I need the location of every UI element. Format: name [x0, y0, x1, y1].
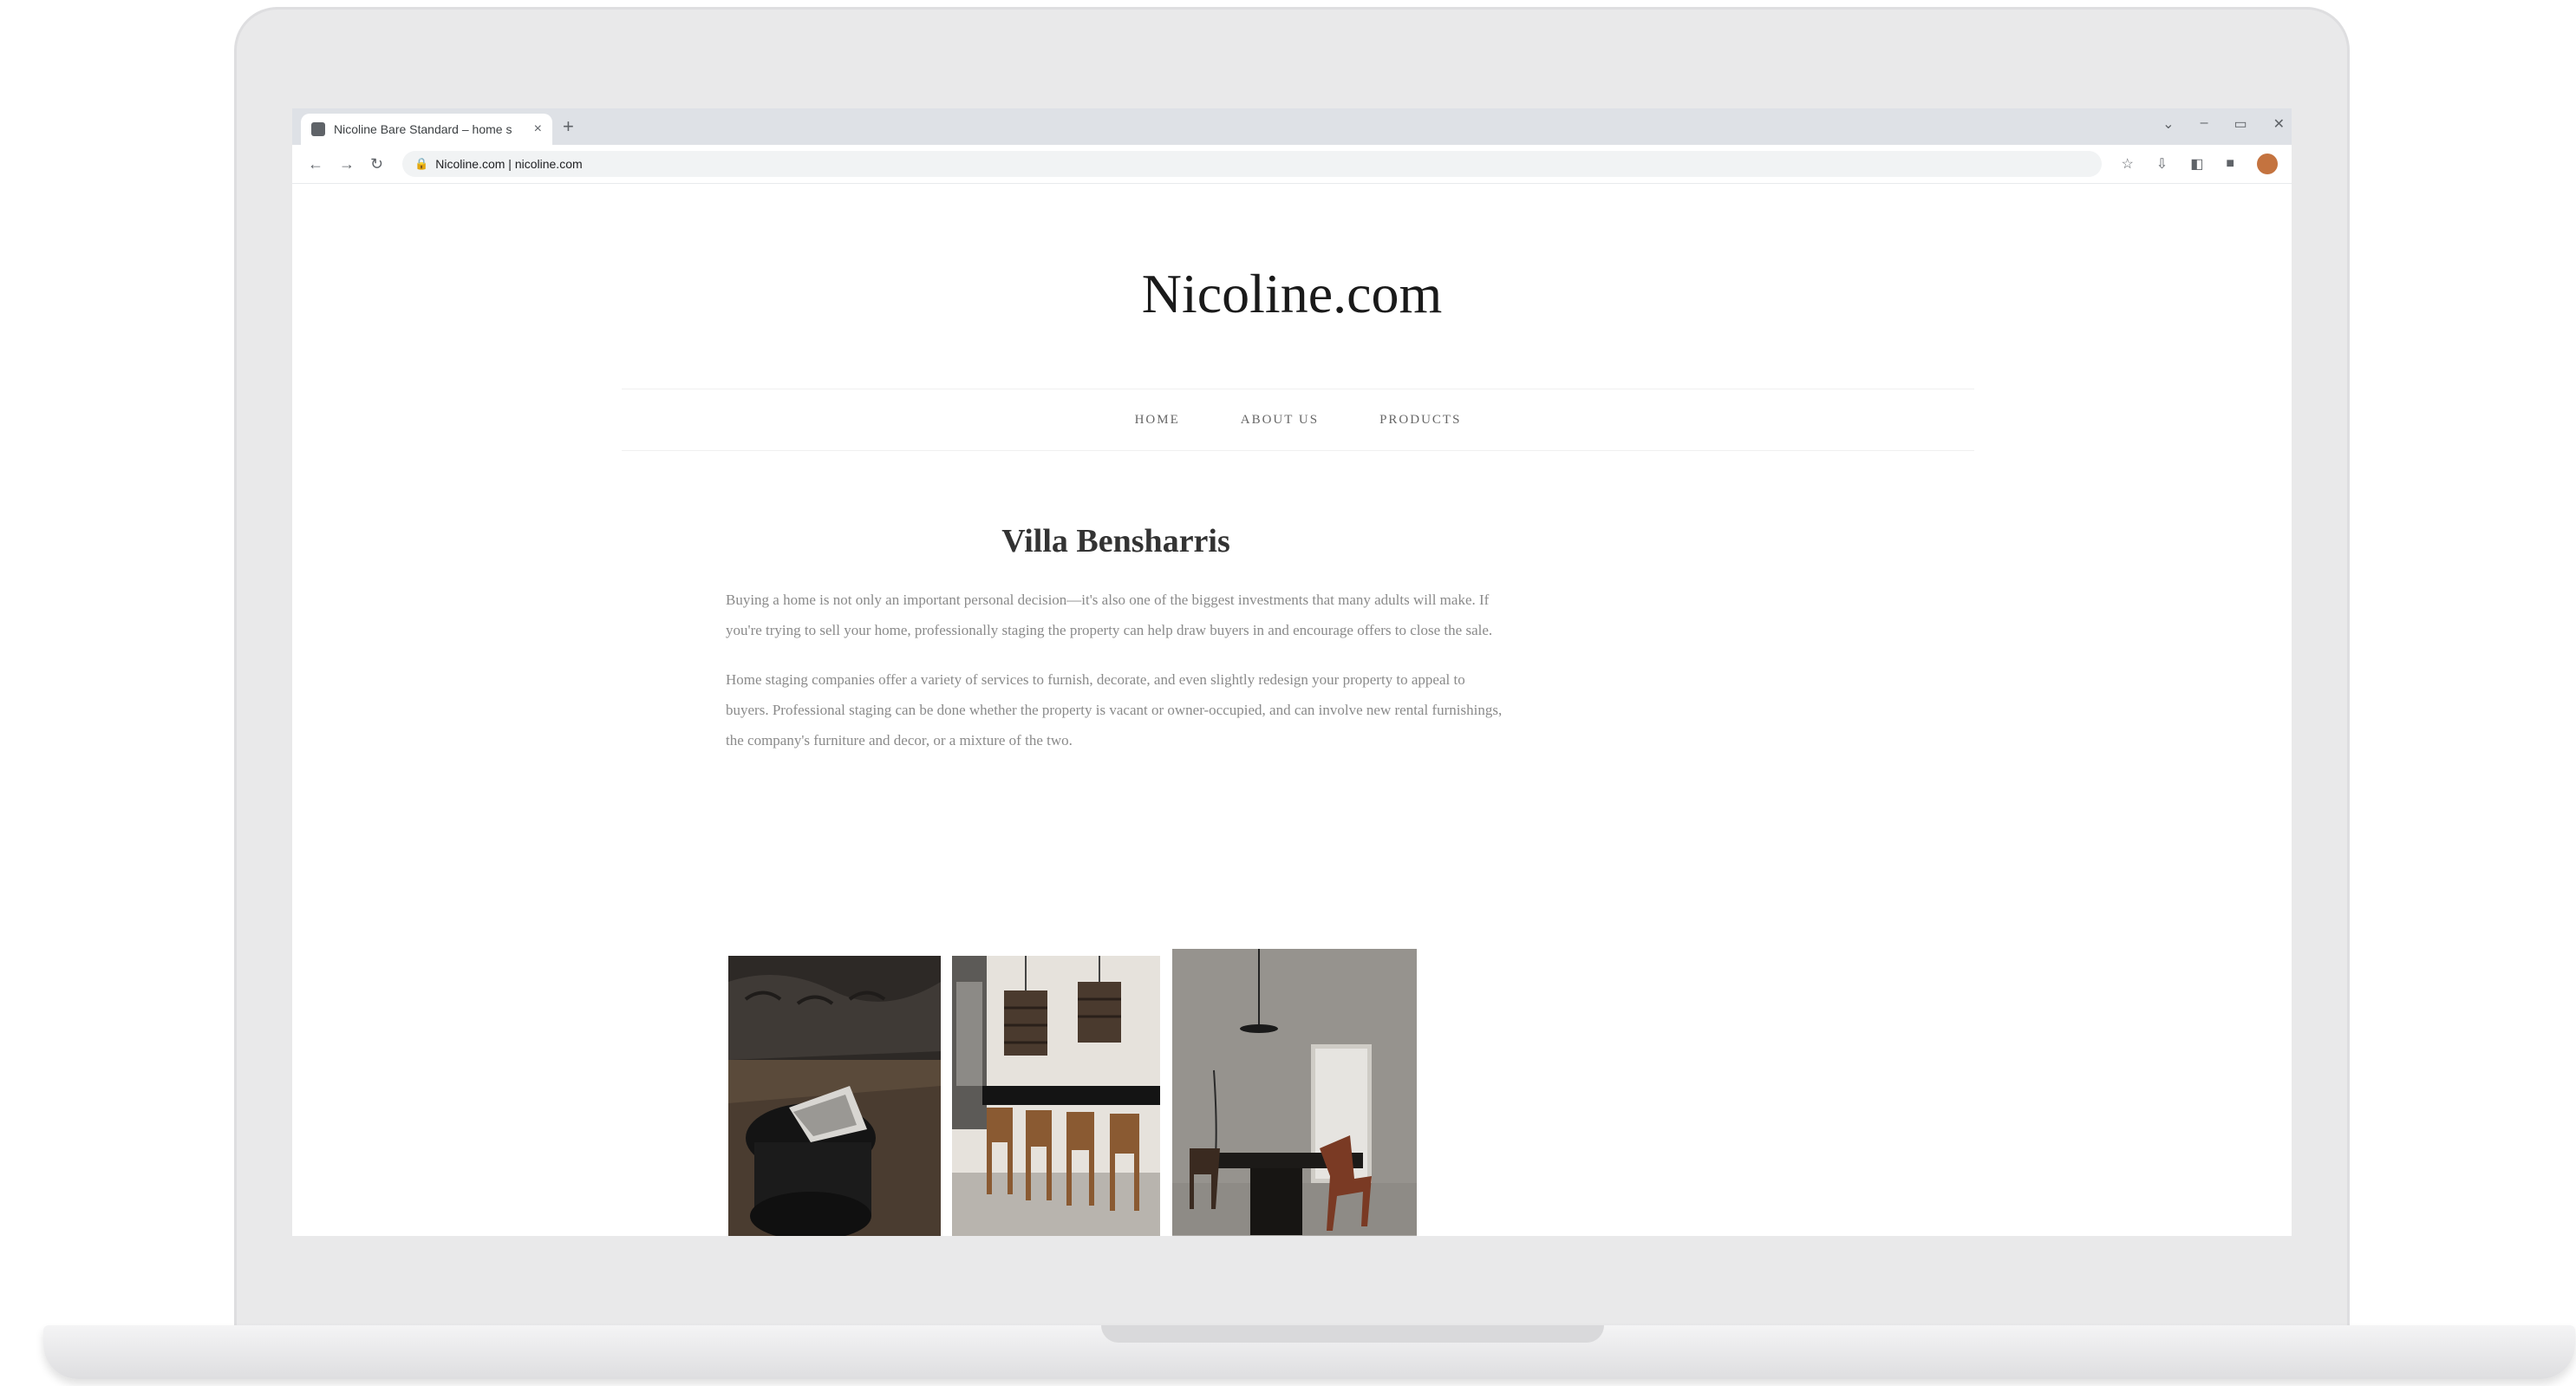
favicon-icon — [311, 122, 325, 136]
minimize-icon[interactable]: – — [2201, 115, 2208, 133]
laptop-notch — [1101, 1325, 1604, 1343]
article-paragraph: Buying a home is not only an important p… — [726, 592, 1493, 638]
living-room-photo[interactable] — [728, 956, 941, 1236]
laptop-base — [43, 1325, 2575, 1379]
browser-toolbar: ← → ↻ 🔒 Nicoline.com | nicoline.com ☆ ⇩ … — [292, 145, 2292, 184]
article: Villa Bensharris Buying a home is not on… — [726, 522, 1506, 775]
forward-icon[interactable]: → — [339, 155, 355, 173]
maximize-icon[interactable]: ▭ — [2234, 115, 2247, 133]
close-tab-icon[interactable]: × — [534, 121, 542, 137]
address-bar[interactable]: 🔒 Nicoline.com | nicoline.com — [402, 151, 2103, 177]
tab-search-icon[interactable]: ⌄ — [2162, 115, 2174, 133]
download-icon[interactable]: ⇩ — [2156, 155, 2168, 173]
dining-room-photo[interactable] — [952, 956, 1160, 1236]
photo-gallery — [728, 949, 1422, 1236]
lock-icon: 🔒 — [414, 157, 429, 170]
nav-link-products[interactable]: PRODUCTS — [1379, 413, 1461, 428]
profile-avatar[interactable] — [2257, 154, 2278, 174]
window-controls: ⌄ – ▭ ✕ — [2162, 115, 2285, 133]
article-paragraph: Home staging companies offer a variety o… — [726, 671, 1503, 749]
url-text[interactable]: Nicoline.com | nicoline.com — [435, 157, 582, 171]
article-title: Villa Bensharris — [1001, 523, 1230, 559]
side-panel-icon[interactable]: ◧ — [2190, 155, 2203, 173]
site-nav: HOME ABOUT US PRODUCTS — [622, 389, 1974, 451]
extensions-icon[interactable]: ■ — [2226, 156, 2234, 172]
reload-icon[interactable]: ↻ — [370, 155, 383, 173]
new-tab-icon[interactable]: + — [563, 117, 574, 136]
bookmark-star-icon[interactable]: ☆ — [2121, 155, 2133, 173]
site-title[interactable]: Nicoline.com — [292, 262, 2292, 326]
tab-title: Nicoline Bare Standard – home s — [334, 122, 512, 136]
website: Nicoline.com HOME ABOUT US PRODUCTS Vill… — [292, 184, 2292, 1236]
tab-strip: Nicoline Bare Standard – home s × + ⌄ – … — [292, 108, 2292, 145]
close-window-icon[interactable]: ✕ — [2273, 115, 2285, 133]
toolbar-icons: ☆ ⇩ ◧ ■ — [2121, 154, 2278, 174]
browser-tab[interactable]: Nicoline Bare Standard – home s × — [301, 114, 552, 145]
nav-link-about-us[interactable]: ABOUT US — [1241, 413, 1319, 428]
browser-window: Nicoline Bare Standard – home s × + ⌄ – … — [292, 108, 2292, 1236]
back-icon[interactable]: ← — [308, 155, 323, 173]
nav-link-home[interactable]: HOME — [1135, 413, 1180, 428]
minimal-dining-photo[interactable] — [1172, 949, 1417, 1236]
